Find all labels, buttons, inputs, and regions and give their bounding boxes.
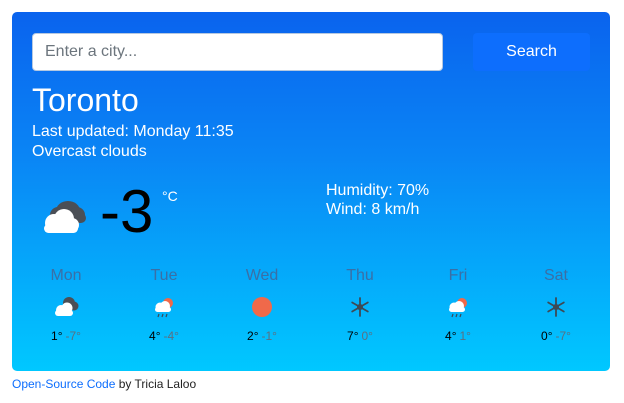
forecast-low: -7° <box>65 329 81 343</box>
forecast: Mon 1° -7° Tue 4° -4° Wed 2° -1° Thu 7° … <box>17 267 605 357</box>
forecast-day-name: Mon <box>50 267 82 284</box>
forecast-low: -7° <box>555 329 571 343</box>
sun-icon <box>252 297 272 317</box>
forecast-high: 4° <box>149 329 161 343</box>
temperature-unit[interactable]: °C <box>162 188 178 204</box>
forecast-low: 1° <box>459 329 471 343</box>
wind: Wind: 8 km/h <box>326 201 420 218</box>
forecast-day-name: Sat <box>543 267 568 284</box>
forecast-low: 0° <box>361 329 373 343</box>
humidity: Humidity: 70% <box>326 182 430 199</box>
forecast-day-name: Tue <box>150 267 178 284</box>
forecast-day: Sat 0° -7° <box>507 267 605 357</box>
snowflake-icon <box>547 297 565 317</box>
forecast-high: 0° <box>541 329 553 343</box>
city-search-input[interactable] <box>32 33 443 71</box>
city-name: Toronto <box>32 82 139 118</box>
forecast-day: Tue 4° -4° <box>115 267 213 357</box>
forecast-low: -1° <box>261 329 277 343</box>
sun-cloud-rain-icon <box>449 298 467 318</box>
overcast-clouds-icon <box>55 297 79 316</box>
forecast-low: -4° <box>163 329 179 343</box>
source-code-link[interactable]: Open-Source Code <box>12 377 115 391</box>
forecast-high: 4° <box>445 329 457 343</box>
footer: Open-Source Code by Tricia Laloo <box>12 377 196 391</box>
overcast-clouds-icon <box>44 201 86 233</box>
search-button[interactable]: Search <box>473 33 590 71</box>
last-updated: Last updated: Monday 11:35 <box>32 123 234 140</box>
weather-description: Overcast clouds <box>32 143 147 160</box>
weather-card: Search Toronto Last updated: Monday 11:3… <box>12 12 610 371</box>
forecast-day: Wed 2° -1° <box>213 267 311 357</box>
forecast-day-name: Thu <box>346 267 374 284</box>
current-temperature: -3 <box>100 178 154 245</box>
sun-cloud-rain-icon <box>155 298 173 318</box>
forecast-high: 2° <box>247 329 259 343</box>
forecast-high: 7° <box>347 329 359 343</box>
forecast-day-name: Fri <box>448 267 468 284</box>
snowflake-icon <box>351 297 369 317</box>
author-credit: by Tricia Laloo <box>115 377 197 391</box>
forecast-day: Fri 4° 1° <box>409 267 507 357</box>
forecast-day: Thu 7° 0° <box>311 267 409 357</box>
forecast-high: 1° <box>51 329 63 343</box>
forecast-day-name: Wed <box>245 267 279 284</box>
forecast-day: Mon 1° -7° <box>17 267 115 357</box>
